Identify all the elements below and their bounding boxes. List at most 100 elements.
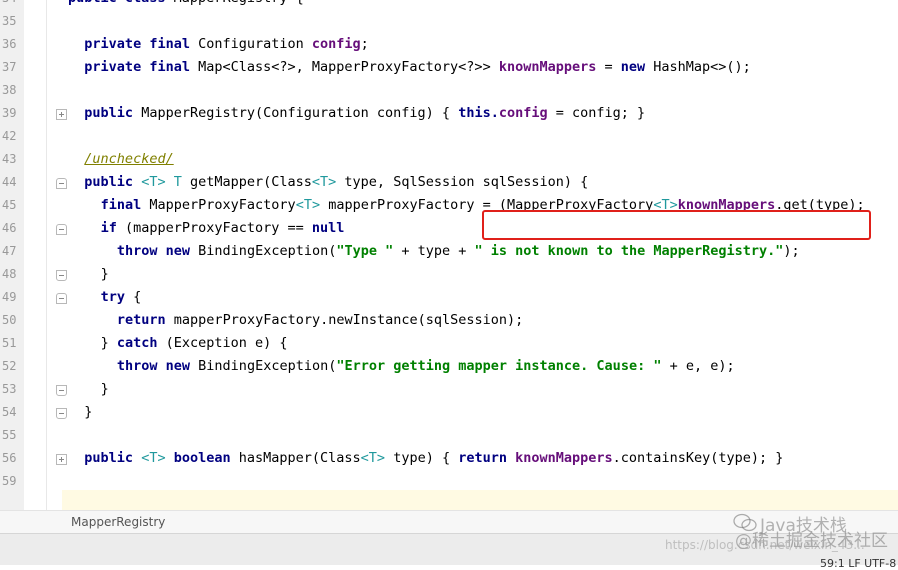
line-number: 55 — [2, 428, 17, 442]
code-token: } — [100, 381, 109, 397]
code-token: config — [311, 36, 361, 52]
line-number: 36 — [2, 37, 17, 51]
code-line[interactable]: 51 } catch (Exception e) { — [0, 333, 898, 356]
code-token: MapperProxyFactory — [149, 197, 296, 213]
line-number: 50 — [2, 313, 17, 327]
code-line[interactable]: 35 — [0, 11, 898, 34]
code-text[interactable]: try { — [101, 289, 142, 305]
code-line[interactable]: 47 throw new BindingException("Type " + t… — [0, 241, 898, 264]
code-text[interactable]: public <T> T getMapper(Class<T> type, Sq… — [84, 174, 588, 190]
code-token: + e, e); — [661, 358, 735, 374]
line-number: 52 — [2, 359, 17, 373]
fold-collapse-icon[interactable] — [56, 178, 67, 189]
code-text[interactable]: } catch (Exception e) { — [101, 335, 288, 351]
code-text[interactable]: throw new BindingException("Type " + typ… — [117, 243, 800, 259]
code-text[interactable]: public class MapperRegistry { — [68, 0, 304, 6]
code-token: Map<Class<?>, MapperProxyFactory<?>> — [198, 59, 499, 75]
code-token: (Exception e) { — [165, 335, 288, 351]
code-text[interactable]: } — [84, 404, 92, 420]
code-line[interactable]: 43/unchecked/ — [0, 149, 898, 172]
code-line[interactable]: 44 public <T> T getMapper(Class<T> type, … — [0, 172, 898, 195]
code-token: <T> — [311, 174, 337, 190]
code-line[interactable]: 56 public <T> boolean hasMapper(Class<T> … — [0, 448, 898, 471]
line-number: 48 — [2, 267, 17, 281]
code-token: this. — [458, 105, 499, 121]
code-token: mapperProxyFactory.newInstance(sqlSessio… — [173, 312, 524, 328]
line-number: 35 — [2, 14, 17, 28]
code-token: = config; } — [547, 105, 646, 121]
code-editor[interactable]: 34 public class MapperRegistry { 35 36 priva… — [0, 0, 898, 510]
code-text[interactable]: if (mapperProxyFactory == null — [101, 220, 345, 236]
code-line[interactable]: 59 — [0, 471, 898, 494]
code-line[interactable]: 53} — [0, 379, 898, 402]
code-token: if — [100, 220, 125, 236]
code-text[interactable]: } — [101, 266, 109, 282]
code-line[interactable]: 52 throw new BindingException("Error gett… — [0, 356, 898, 379]
code-token: ); — [783, 243, 800, 259]
code-text[interactable]: /unchecked/ — [84, 151, 173, 167]
fold-expand-icon[interactable] — [56, 109, 67, 120]
line-number: 43 — [2, 152, 17, 166]
fold-collapse-icon[interactable] — [56, 224, 67, 235]
code-token: public — [84, 450, 142, 466]
code-token: .containsKey(type); } — [612, 450, 784, 466]
code-token: MapperRegistry { — [174, 0, 304, 6]
line-number: 44 — [2, 175, 17, 189]
fold-collapse-icon[interactable] — [56, 270, 67, 281]
code-token: return — [458, 450, 516, 466]
line-number: 59 — [2, 474, 17, 488]
code-token: new — [620, 59, 654, 75]
code-token: knownMappers — [515, 450, 613, 466]
line-number: 49 — [2, 290, 17, 304]
code-line[interactable]: 34 public class MapperRegistry { — [0, 0, 898, 11]
fold-collapse-icon[interactable] — [56, 293, 67, 304]
code-text[interactable]: private final Configuration config; — [84, 36, 369, 52]
code-token: " is not known to the MapperRegistry." — [474, 243, 784, 259]
line-number: 37 — [2, 60, 17, 74]
line-number: 46 — [2, 221, 17, 235]
code-line[interactable]: 36 private final Configuration config; — [0, 34, 898, 57]
watermark-url: https://blog.csdn.net/weixin_43... — [665, 538, 865, 552]
fold-expand-icon[interactable] — [56, 454, 67, 465]
code-text[interactable]: private final Map<Class<?>, MapperProxyF… — [84, 59, 751, 75]
code-token: config — [498, 105, 548, 121]
code-text[interactable]: public <T> boolean hasMapper(Class<T> ty… — [84, 450, 783, 466]
line-number: 39 — [2, 106, 17, 120]
code-line[interactable]: 37 private final Map<Class<?>, MapperProx… — [0, 57, 898, 80]
code-line[interactable]: 38 — [0, 80, 898, 103]
code-text[interactable]: } — [101, 381, 109, 397]
code-token: getMapper(Class — [189, 174, 312, 190]
code-token: <T> — [360, 450, 386, 466]
line-number: 51 — [2, 336, 17, 350]
code-text[interactable]: throw new BindingException("Error gettin… — [117, 358, 735, 374]
line-number: 53 — [2, 382, 17, 396]
code-line[interactable]: 42 — [0, 126, 898, 149]
code-line[interactable]: 54} — [0, 402, 898, 425]
breadcrumb-class[interactable]: MapperRegistry — [71, 515, 165, 529]
code-token: } — [100, 266, 109, 282]
code-token: public — [84, 174, 142, 190]
code-text[interactable]: public MapperRegistry(Configuration conf… — [84, 105, 645, 121]
code-token: T — [173, 174, 190, 190]
code-token: "Type " — [336, 243, 394, 259]
code-token: <T> — [141, 174, 174, 190]
fold-collapse-icon[interactable] — [56, 408, 67, 419]
code-line[interactable]: 50 return mapperProxyFactory.newInstance(… — [0, 310, 898, 333]
code-token: = — [596, 59, 621, 75]
code-token: /unchecked/ — [84, 151, 174, 167]
code-token: return — [116, 312, 174, 328]
code-text[interactable]: return mapperProxyFactory.newInstance(sq… — [117, 312, 523, 328]
line-number: 45 — [2, 198, 17, 212]
code-line[interactable]: 49 try { — [0, 287, 898, 310]
code-token: + type + — [393, 243, 475, 259]
code-line[interactable]: 39 public MapperRegistry(Configuration co… — [0, 103, 898, 126]
code-line[interactable]: 55 — [0, 425, 898, 448]
code-token: <T> — [141, 450, 174, 466]
code-line[interactable]: 48} — [0, 264, 898, 287]
code-token: ; — [360, 36, 369, 52]
line-number: 38 — [2, 83, 17, 97]
code-token: type, SqlSession sqlSession) { — [336, 174, 589, 190]
fold-collapse-icon[interactable] — [56, 385, 67, 396]
code-token: try — [100, 289, 134, 305]
code-token: throw new — [116, 243, 199, 259]
